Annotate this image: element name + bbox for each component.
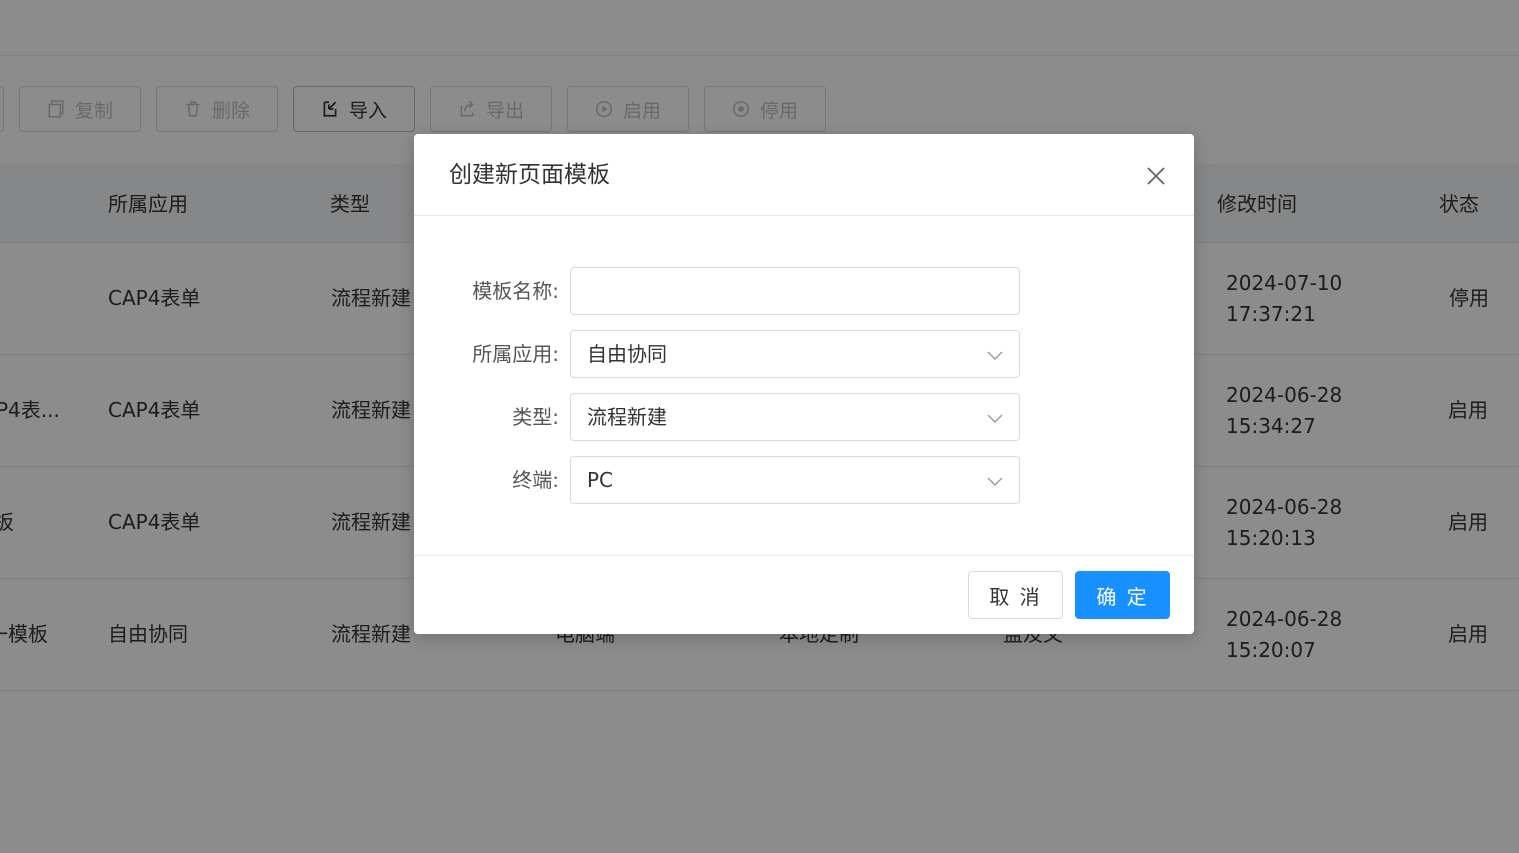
app-row: 所属应用: 自由协同 bbox=[414, 330, 1194, 378]
app-select-value: 自由协同 bbox=[587, 342, 667, 366]
dialog-footer: 取 消 确 定 bbox=[414, 555, 1194, 635]
terminal-label: 终端: bbox=[512, 468, 559, 492]
template-name-label: 模板名称: bbox=[472, 279, 559, 303]
template-name-row: 模板名称: bbox=[414, 267, 1194, 315]
type-select[interactable]: 流程新建 bbox=[570, 393, 1020, 441]
dialog-title: 创建新页面模板 bbox=[449, 162, 610, 188]
template-name-input[interactable] bbox=[570, 267, 1020, 315]
terminal-row: 终端: PC bbox=[414, 456, 1194, 504]
confirm-button[interactable]: 确 定 bbox=[1075, 571, 1170, 619]
chevron-down-icon bbox=[987, 477, 1003, 486]
app-select[interactable]: 自由协同 bbox=[570, 330, 1020, 378]
dialog-header: 创建新页面模板 bbox=[414, 134, 1194, 216]
create-template-dialog: 创建新页面模板 模板名称: 所属应用: 自由协同 类型: 流程新建 终端: PC… bbox=[414, 134, 1194, 634]
type-select-value: 流程新建 bbox=[587, 405, 667, 429]
cancel-button[interactable]: 取 消 bbox=[968, 571, 1063, 619]
terminal-select-value: PC bbox=[587, 468, 614, 492]
type-row: 类型: 流程新建 bbox=[414, 393, 1194, 441]
chevron-down-icon bbox=[987, 351, 1003, 360]
type-label: 类型: bbox=[512, 405, 559, 429]
terminal-select[interactable]: PC bbox=[570, 456, 1020, 504]
chevron-down-icon bbox=[987, 414, 1003, 423]
app-label: 所属应用: bbox=[472, 342, 559, 366]
close-icon[interactable] bbox=[1144, 164, 1168, 188]
